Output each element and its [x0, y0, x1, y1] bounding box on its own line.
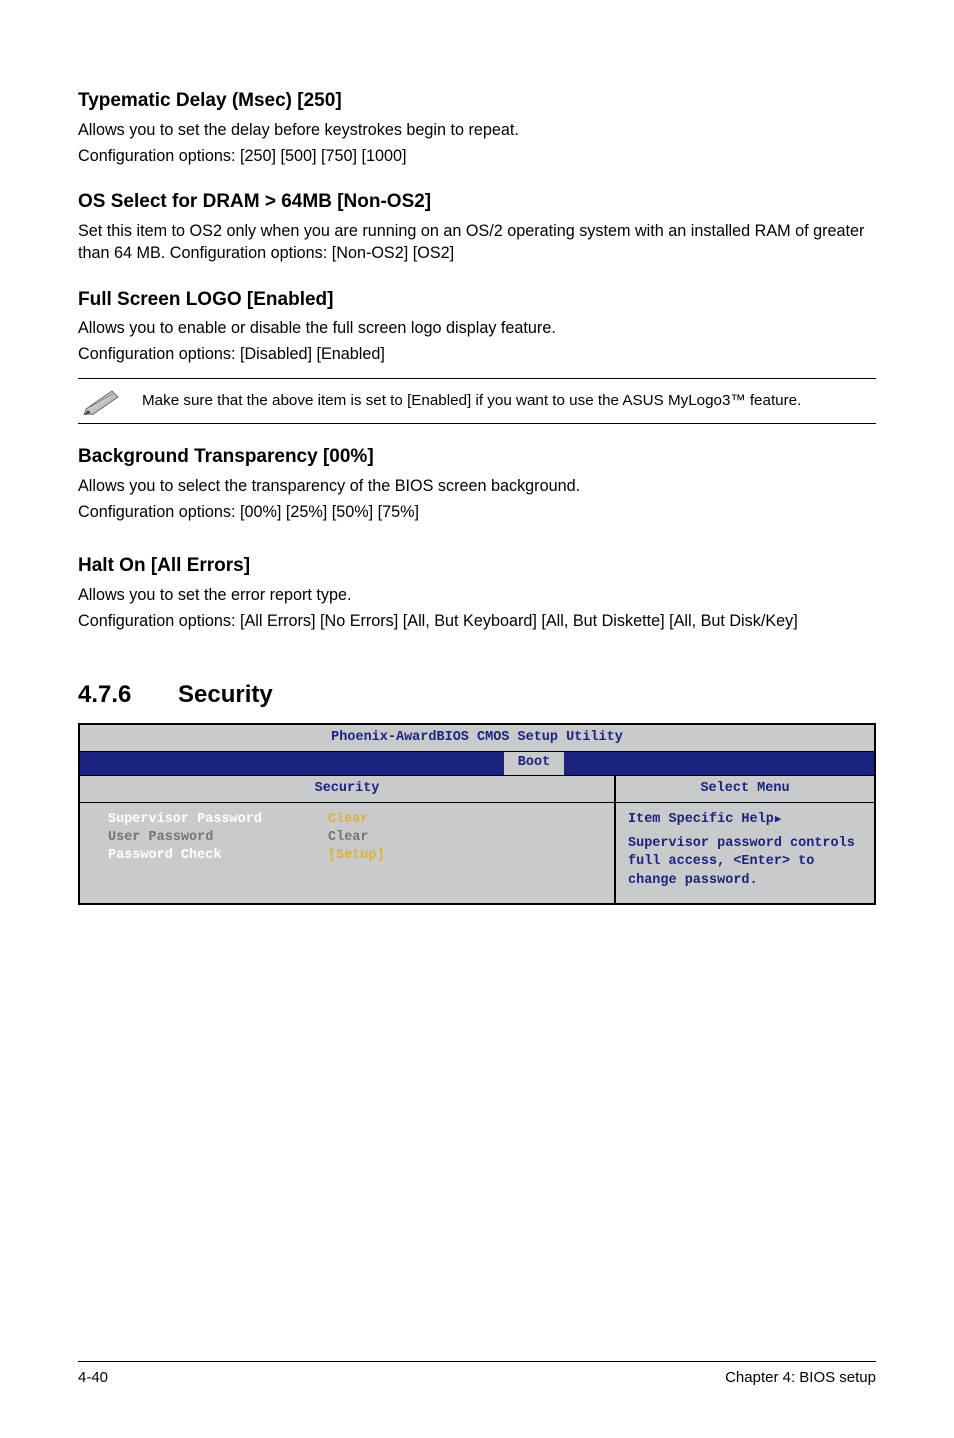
page-number: 4-40 — [78, 1368, 108, 1388]
bios-left-pane: Security Supervisor Password Clear User … — [80, 776, 616, 903]
bios-row-label: Password Check — [108, 847, 328, 865]
note-text: Make sure that the above item is set to … — [142, 391, 801, 412]
heading-full-screen-logo: Full Screen LOGO [Enabled] — [78, 287, 876, 313]
heading-typematic-delay: Typematic Delay (Msec) [250] — [78, 88, 876, 114]
bios-row-label: User Password — [108, 829, 328, 847]
bios-right-pane: Select Menu Item Specific Help▶ Supervis… — [616, 776, 874, 903]
bios-help-title: Item Specific Help — [628, 811, 774, 829]
para: Set this item to OS2 only when you are r… — [78, 221, 876, 265]
heading-number: 4.7.6 — [78, 679, 178, 711]
heading-security: 4.7.6Security — [78, 679, 876, 711]
para: Allows you to enable or disable the full… — [78, 318, 876, 340]
para: Configuration options: [250] [500] [750]… — [78, 146, 876, 168]
para: Configuration options: [All Errors] [No … — [78, 611, 876, 633]
bios-row-value: Clear — [328, 829, 606, 847]
bios-row-value: [Setup] — [328, 847, 606, 865]
bios-right-content: Item Specific Help▶ Supervisor password … — [616, 803, 874, 903]
para: Configuration options: [Disabled] [Enabl… — [78, 344, 876, 366]
bios-row-label: Supervisor Password — [108, 811, 328, 829]
bios-screenshot: Phoenix-AwardBIOS CMOS Setup Utility Boo… — [78, 723, 876, 905]
para: Allows you to select the transparency of… — [78, 476, 876, 498]
bios-left-content: Supervisor Password Clear User Password … — [80, 803, 614, 903]
heading-os-select: OS Select for DRAM > 64MB [Non-OS2] — [78, 189, 876, 215]
bios-menu-boot: Boot — [504, 752, 564, 774]
page-footer: 4-40 Chapter 4: BIOS setup — [78, 1361, 876, 1388]
bios-body: Security Supervisor Password Clear User … — [80, 776, 874, 903]
bios-menu-row: Boot — [80, 752, 874, 775]
bios-help-title-row: Item Specific Help▶ — [628, 811, 862, 829]
pencil-note-icon — [78, 387, 142, 415]
bios-right-heading: Select Menu — [616, 776, 874, 803]
bios-row-supervisor-password: Supervisor Password Clear — [108, 811, 606, 829]
heading-title: Security — [178, 681, 273, 708]
para: Allows you to set the error report type. — [78, 585, 876, 607]
footer-chapter: Chapter 4: BIOS setup — [725, 1368, 876, 1388]
triangle-right-icon: ▶ — [775, 813, 782, 828]
bios-row-user-password: User Password Clear — [108, 829, 606, 847]
menu-spacer — [564, 752, 874, 774]
heading-background-transparency: Background Transparency [00%] — [78, 444, 876, 470]
bios-help-body: Supervisor password controls full access… — [628, 835, 862, 890]
menu-spacer — [80, 752, 504, 774]
bios-row-password-check: Password Check [Setup] — [108, 847, 606, 865]
note-block: Make sure that the above item is set to … — [78, 378, 876, 424]
para: Allows you to set the delay before keyst… — [78, 120, 876, 142]
heading-halt-on: Halt On [All Errors] — [78, 553, 876, 579]
para: Configuration options: [00%] [25%] [50%]… — [78, 502, 876, 524]
bios-row-value: Clear — [328, 811, 606, 829]
bios-title: Phoenix-AwardBIOS CMOS Setup Utility — [80, 725, 874, 752]
bios-left-heading: Security — [80, 776, 614, 803]
